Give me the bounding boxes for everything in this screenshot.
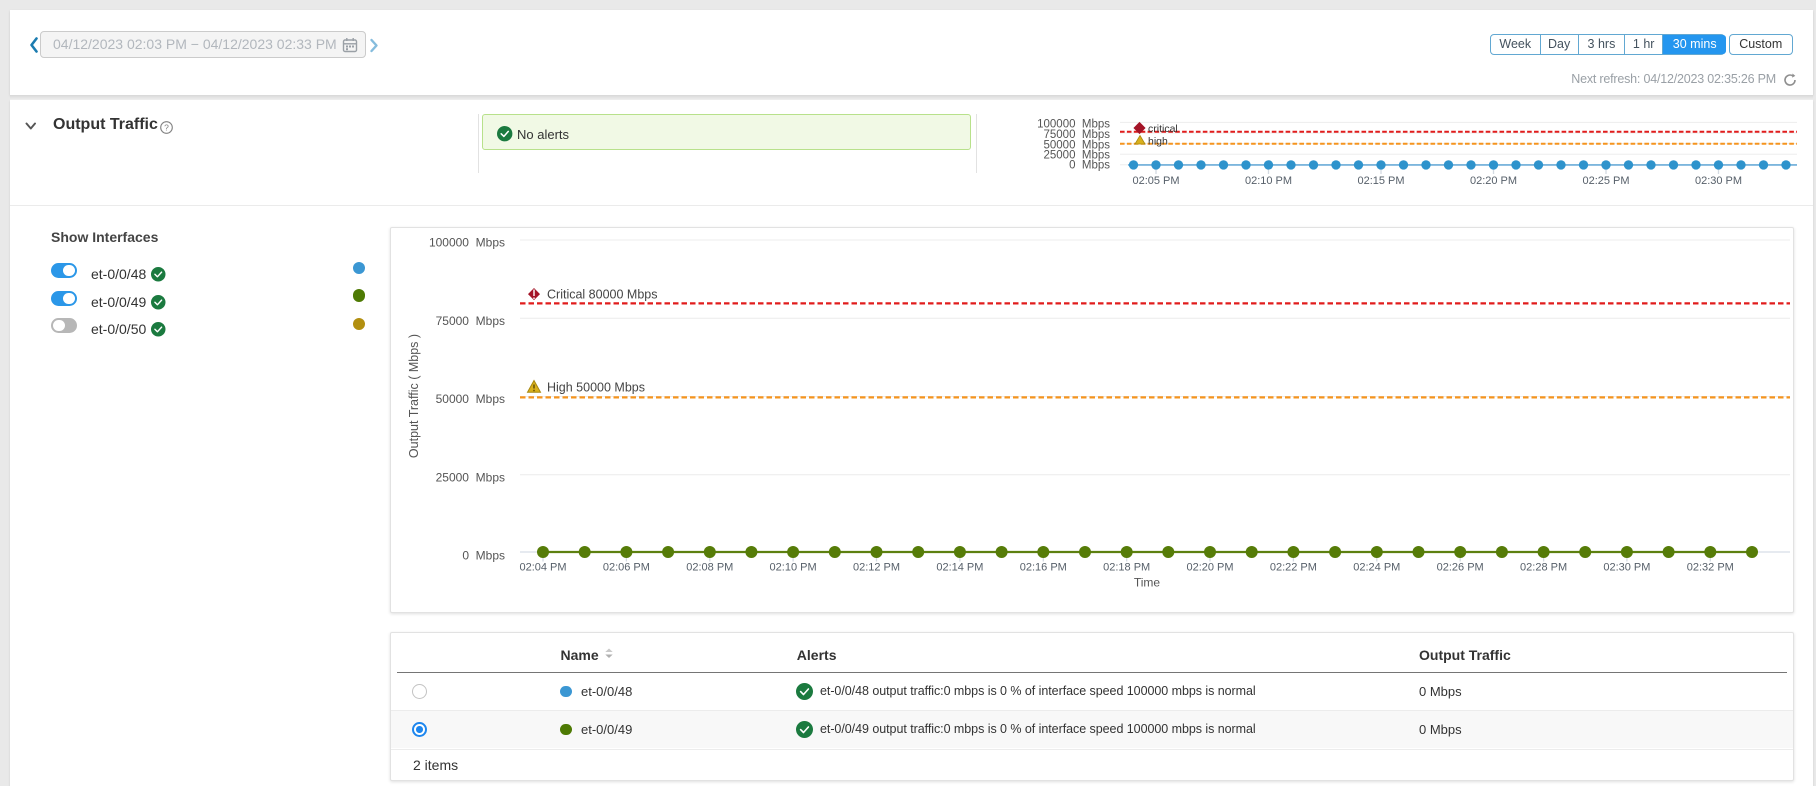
svg-text:02:28 PM: 02:28 PM — [1520, 562, 1567, 574]
svg-text:02:32 PM: 02:32 PM — [1687, 562, 1734, 574]
svg-text:02:15 PM: 02:15 PM — [1357, 175, 1404, 187]
svg-text:02:24 PM: 02:24 PM — [1353, 562, 1400, 574]
svg-text:02:12 PM: 02:12 PM — [853, 562, 900, 574]
svg-text:0 Mbps: 0 Mbps — [1069, 160, 1110, 172]
svg-text:02:08 PM: 02:08 PM — [686, 562, 733, 574]
svg-text:25000 Mbps: 25000 Mbps — [436, 470, 505, 484]
svg-text:02:30 PM: 02:30 PM — [1695, 175, 1742, 187]
svg-text:Time: Time — [1134, 576, 1161, 590]
svg-text:02:10 PM: 02:10 PM — [770, 562, 817, 574]
svg-text:02:25 PM: 02:25 PM — [1582, 175, 1629, 187]
svg-text:02:18 PM: 02:18 PM — [1103, 562, 1150, 574]
svg-text:50000 Mbps: 50000 Mbps — [436, 392, 505, 406]
svg-text:02:20 PM: 02:20 PM — [1470, 175, 1517, 187]
svg-text:high: high — [1148, 135, 1168, 147]
svg-text:02:14 PM: 02:14 PM — [936, 562, 983, 574]
svg-text:02:20 PM: 02:20 PM — [1186, 562, 1233, 574]
svg-text:02:16 PM: 02:16 PM — [1020, 562, 1067, 574]
svg-text:02:05 PM: 02:05 PM — [1132, 175, 1179, 187]
svg-text:Critical 80000 Mbps: Critical 80000 Mbps — [547, 288, 657, 302]
svg-text:0 Mbps: 0 Mbps — [462, 549, 505, 563]
svg-text:75000 Mbps: 75000 Mbps — [436, 314, 505, 328]
svg-text:02:06 PM: 02:06 PM — [603, 562, 650, 574]
svg-text:02:22 PM: 02:22 PM — [1270, 562, 1317, 574]
svg-text:02:30 PM: 02:30 PM — [1603, 562, 1650, 574]
svg-text:100000 Mbps: 100000 Mbps — [429, 236, 505, 250]
svg-text:?: ? — [164, 122, 169, 132]
svg-text:02:04 PM: 02:04 PM — [519, 562, 566, 574]
svg-text:critical: critical — [1148, 123, 1178, 135]
svg-text:02:10 PM: 02:10 PM — [1245, 175, 1292, 187]
svg-text:High 50000 Mbps: High 50000 Mbps — [547, 381, 645, 395]
svg-text:02:26 PM: 02:26 PM — [1437, 562, 1484, 574]
svg-text:Output Traffic ( Mbps ): Output Traffic ( Mbps ) — [407, 334, 421, 458]
